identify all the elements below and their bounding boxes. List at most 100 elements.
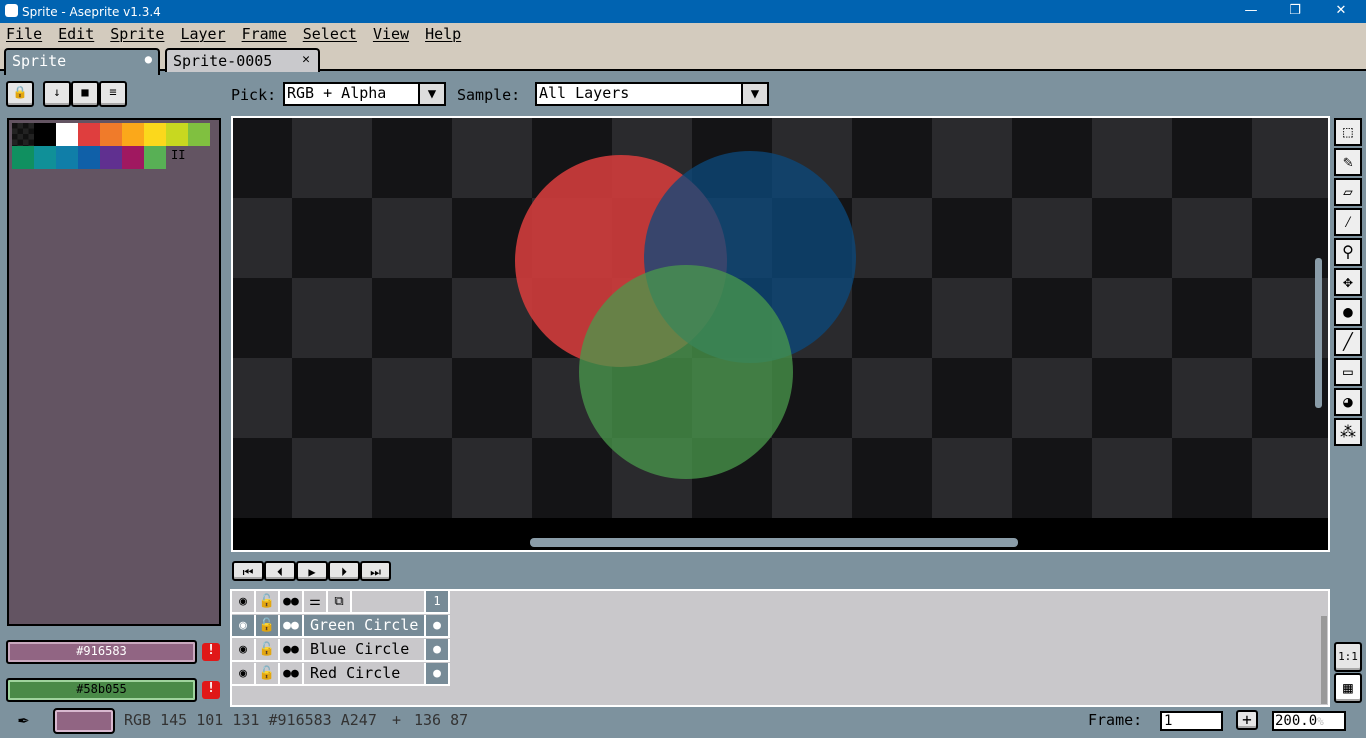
next-frame-button[interactable]: ⏵	[328, 561, 360, 581]
eye-icon[interactable]: ◉	[232, 663, 256, 686]
palette-swatch[interactable]	[34, 123, 56, 146]
eye-icon[interactable]: ◉	[232, 639, 256, 662]
palette-swatch[interactable]	[78, 123, 100, 146]
continuous-icon[interactable]: ●●	[280, 615, 304, 638]
palette-swatch[interactable]	[144, 146, 166, 169]
menu-sprite[interactable]: Sprite	[110, 25, 164, 43]
eye-icon[interactable]: ◉	[232, 615, 256, 638]
cel-icon[interactable]: ●	[426, 615, 450, 638]
one-to-one-button[interactable]: 1:1	[1334, 642, 1362, 672]
last-frame-button[interactable]: ⏭	[360, 561, 391, 581]
tab-sprite-0005[interactable]: Sprite-0005 ✕	[165, 48, 320, 72]
chevron-down-icon[interactable]: ▼	[741, 82, 769, 106]
previous-frame-button[interactable]: ⏴	[264, 561, 296, 581]
palette-swatch[interactable]	[100, 146, 122, 169]
pick-value: RGB + Alpha	[287, 84, 387, 102]
line-tool-icon[interactable]: ╱	[1334, 328, 1362, 356]
horizontal-scrollbar[interactable]	[530, 538, 1018, 547]
onion-skin-icon[interactable]: ⧉	[328, 591, 352, 614]
lock-icon[interactable]: 🔓	[256, 663, 280, 686]
tab-bar: Sprite ● Sprite-0005 ✕	[0, 45, 1366, 75]
minimize-button[interactable]: —	[1228, 0, 1274, 23]
palette-swatch[interactable]	[34, 146, 56, 169]
current-color-swatch	[53, 708, 115, 734]
palette-presets-button[interactable]: ■	[71, 81, 99, 107]
frame-input[interactable]: 1	[1160, 711, 1223, 731]
palette-swatch[interactable]	[144, 123, 166, 146]
cel-icon[interactable]: ●	[426, 663, 450, 686]
canvas-editor[interactable]	[231, 116, 1330, 552]
chevron-down-icon[interactable]: ▼	[418, 82, 446, 106]
sample-label: Sample:	[457, 86, 521, 104]
add-frame-button[interactable]: +	[1236, 710, 1258, 730]
sprite-canvas[interactable]	[233, 118, 1328, 550]
film-button[interactable]: ▦	[1334, 673, 1362, 703]
marquee-tool-icon[interactable]: ⬚	[1334, 118, 1362, 146]
lock-header-icon[interactable]: 🔓	[256, 591, 280, 614]
palette-swatch[interactable]	[166, 123, 188, 146]
palette-swatch[interactable]	[56, 123, 78, 146]
palette-panel: II	[7, 118, 221, 626]
tab-label: Sprite-0005	[173, 52, 273, 70]
fill-tool-icon[interactable]: ●	[1334, 298, 1362, 326]
green-circle-shape	[579, 265, 793, 479]
eraser-tool-icon[interactable]: ▱	[1334, 178, 1362, 206]
pick-dropdown[interactable]: RGB + Alpha ▼	[283, 82, 446, 106]
lock-icon[interactable]: 🔓	[256, 615, 280, 638]
palette-swatch[interactable]	[100, 123, 122, 146]
palette-swatch[interactable]	[122, 146, 144, 169]
menu-select[interactable]: Select	[303, 25, 357, 43]
layer-name[interactable]: Red Circle	[304, 663, 426, 686]
maximize-button[interactable]: ❐	[1272, 0, 1318, 23]
timeline-scrollbar[interactable]	[1321, 616, 1327, 704]
spray-tool-icon[interactable]: ⁂	[1334, 418, 1362, 446]
cel-icon[interactable]: ●	[426, 639, 450, 662]
palette-swatch[interactable]	[188, 123, 210, 146]
first-frame-button[interactable]: ⏮	[232, 561, 264, 581]
close-button[interactable]: ✕	[1318, 0, 1364, 23]
eyedropper-tool-icon[interactable]: ⁄	[1334, 208, 1362, 236]
menu-edit[interactable]: Edit	[58, 25, 94, 43]
rectangle-tool-icon[interactable]: ▭	[1334, 358, 1362, 386]
warning-icon[interactable]: !	[202, 643, 220, 661]
menu-file[interactable]: File	[6, 25, 42, 43]
palette-swatch[interactable]	[56, 146, 78, 169]
menu-frame[interactable]: Frame	[242, 25, 287, 43]
foreground-color-button[interactable]: #916583	[6, 640, 197, 664]
frame-header[interactable]: 1	[426, 591, 450, 614]
transparent-swatch[interactable]	[12, 123, 34, 146]
move-tool-icon[interactable]: ✥	[1334, 268, 1362, 296]
palette-drag-handle[interactable]: II	[171, 148, 185, 162]
palette-sort-button[interactable]: ↓	[43, 81, 71, 107]
layer-tree-icon[interactable]: ⚌	[304, 591, 328, 614]
lock-palette-button[interactable]: 🔒	[6, 81, 34, 107]
lock-icon[interactable]: 🔓	[256, 639, 280, 662]
vertical-scrollbar[interactable]	[1315, 258, 1322, 408]
palette-options-button[interactable]: ≡	[99, 81, 127, 107]
menu-layer[interactable]: Layer	[180, 25, 225, 43]
pencil-tool-icon[interactable]: ✎	[1334, 148, 1362, 176]
tab-sprite[interactable]: Sprite ●	[4, 48, 160, 75]
sample-dropdown[interactable]: All Layers ▼	[535, 82, 769, 106]
menu-view[interactable]: View	[373, 25, 409, 43]
cursor-coords: 136 87	[414, 711, 469, 729]
continuous-header-icon[interactable]: ●●	[280, 591, 304, 614]
continuous-icon[interactable]: ●●	[280, 663, 304, 686]
menu-help[interactable]: Help	[425, 25, 461, 43]
blur-tool-icon[interactable]: ◕	[1334, 388, 1362, 416]
close-tab-icon[interactable]: ✕	[302, 52, 310, 67]
window-title: Sprite - Aseprite v1.3.4	[22, 4, 161, 19]
zoom-input[interactable]: 200.0%	[1272, 711, 1346, 731]
warning-icon[interactable]: !	[202, 681, 220, 699]
layer-name[interactable]: Blue Circle	[304, 639, 426, 662]
visibility-header-icon[interactable]: ◉	[232, 591, 256, 614]
palette-swatch[interactable]	[122, 123, 144, 146]
eyedropper-icon: ✒	[18, 709, 29, 730]
layer-name[interactable]: Green Circle	[304, 615, 426, 638]
play-button[interactable]: ▶	[296, 561, 328, 581]
background-color-button[interactable]: #58b055	[6, 678, 197, 702]
zoom-tool-icon[interactable]: ⚲	[1334, 238, 1362, 266]
continuous-icon[interactable]: ●●	[280, 639, 304, 662]
palette-swatch[interactable]	[78, 146, 100, 169]
palette-swatch[interactable]	[12, 146, 34, 169]
